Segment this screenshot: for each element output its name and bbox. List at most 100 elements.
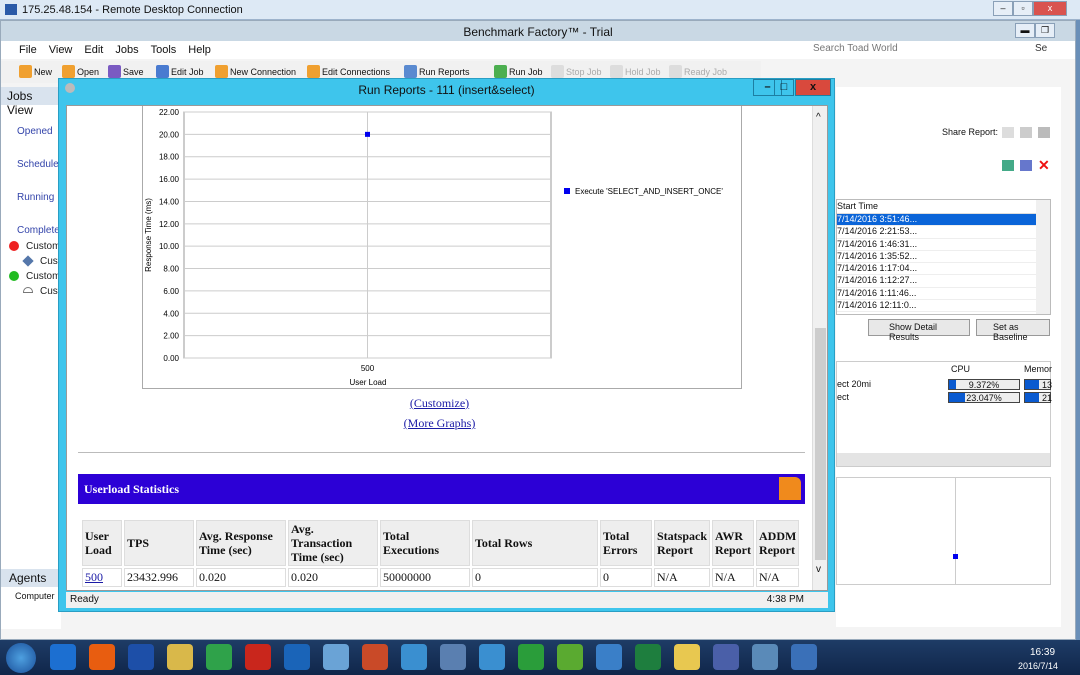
set-as-baseline-button[interactable]: Set as Baseline (976, 319, 1050, 342)
taskbar-app-icon[interactable] (791, 644, 817, 670)
table-cell: 50000000 (380, 568, 470, 587)
run-reports-button[interactable]: Run Reports (404, 65, 470, 78)
job-item[interactable]: Custom (26, 271, 60, 282)
taskbar-app-icon[interactable] (167, 644, 193, 670)
taskbar-app-icon[interactable] (401, 644, 427, 670)
taskbar-app-icon[interactable] (479, 644, 505, 670)
taskbar-app-icon[interactable] (635, 644, 661, 670)
menu-help[interactable]: Help (188, 44, 211, 56)
rdp-restore-button[interactable]: ▫ (1013, 1, 1033, 16)
report-scrollbar[interactable]: ^ v (812, 106, 827, 590)
taskbar-app-icon[interactable] (362, 644, 388, 670)
taskbar-app-icon[interactable] (518, 644, 544, 670)
taskbar-app-icon[interactable] (89, 644, 115, 670)
start-button[interactable] (6, 643, 36, 673)
group-opened[interactable]: Opened (17, 126, 53, 137)
app-restore-button[interactable]: ❐ (1035, 23, 1055, 38)
show-detail-results-button[interactable]: Show Detail Results (868, 319, 970, 342)
play-icon (494, 65, 507, 78)
table-cell: 23432.996 (124, 568, 194, 587)
job-item[interactable]: Custom (26, 241, 60, 252)
cpu-bar: 23.047% (948, 392, 1020, 403)
excel-icon[interactable] (1020, 127, 1032, 138)
taskbar-app-icon[interactable] (713, 644, 739, 670)
computer-column-header: Computer (15, 591, 55, 601)
ready-job-button[interactable]: Ready Job (669, 65, 727, 78)
userload-statistics-header: Userload Statistics (78, 474, 805, 504)
search-toad-world-input[interactable]: Search Toad World Se (813, 43, 1047, 59)
taskbar-app-icon[interactable] (557, 644, 583, 670)
rdp-close-button[interactable]: x (1033, 1, 1067, 16)
resource-row-name: ect 20mi (837, 379, 872, 389)
new-connection-button[interactable]: New Connection (215, 65, 296, 78)
hold-job-button[interactable]: Hold Job (610, 65, 661, 78)
run-history-item[interactable]: 7/14/2016 1:11:46... (837, 288, 1050, 301)
menu-view[interactable]: View (49, 44, 73, 56)
edit-job-button[interactable]: Edit Job (156, 65, 204, 78)
taskbar-app-icon[interactable] (245, 644, 271, 670)
data-point (365, 131, 370, 137)
clock-date: 2016/7/14 (1018, 661, 1059, 671)
word-icon[interactable] (1002, 127, 1014, 138)
compare-icon[interactable] (1002, 160, 1014, 171)
y-tick-label: 22.00 (159, 108, 180, 117)
more-graphs-link[interactable]: (More Graphs) (67, 416, 812, 431)
report-maximize-button[interactable]: □ (774, 79, 794, 96)
right-panel: Share Report: ✕ Start Time 7/14/2016 3:5… (836, 87, 1061, 627)
stop-job-button[interactable]: Stop Job (551, 65, 602, 78)
edit-connections-button[interactable]: Edit Connections (307, 65, 390, 78)
y-tick-label: 2.00 (163, 332, 179, 341)
export-report-icon[interactable] (779, 477, 801, 500)
run-history-item[interactable]: 7/14/2016 1:46:31... (837, 239, 1050, 251)
list-scrollbar[interactable] (1036, 200, 1050, 314)
taskbar-app-icon[interactable] (674, 644, 700, 670)
search-button[interactable]: Se (1035, 43, 1047, 54)
run-history-item[interactable]: 7/14/2016 1:17:04... (837, 263, 1050, 276)
report-close-button[interactable]: x (795, 79, 831, 96)
app-minimize-button[interactable]: ▬ (1015, 23, 1035, 38)
taskbar-app-icon[interactable] (752, 644, 778, 670)
run-history-list: Start Time 7/14/2016 3:51:46... 7/14/2016… (836, 199, 1051, 315)
menu-tools[interactable]: Tools (151, 44, 177, 56)
horizontal-scrollbar[interactable] (837, 453, 1050, 466)
scroll-thumb[interactable] (815, 328, 826, 560)
delete-icon[interactable]: ✕ (1038, 157, 1050, 174)
run-history-item[interactable]: 7/14/2016 1:12:27... (837, 275, 1050, 288)
group-running[interactable]: Running (17, 192, 54, 203)
taskbar-app-icon[interactable] (206, 644, 232, 670)
scroll-down-icon[interactable]: v (816, 564, 821, 575)
run-history-item[interactable]: 7/14/2016 1:35:52... (837, 251, 1050, 264)
table-cell: N/A (756, 568, 800, 587)
taskbar-app-icon[interactable] (284, 644, 310, 670)
open-button[interactable]: Open (62, 65, 99, 78)
taskbar-app-icon[interactable] (440, 644, 466, 670)
taskbar-app-icon[interactable] (128, 644, 154, 670)
menu-file[interactable]: File (19, 44, 37, 56)
save-button[interactable]: Save (108, 65, 144, 78)
menu-jobs[interactable]: Jobs (115, 44, 138, 56)
menu-edit[interactable]: Edit (84, 44, 103, 56)
run-history-item[interactable]: 7/14/2016 3:51:46... (837, 214, 1037, 227)
run-history-item[interactable]: 7/14/2016 12:11:0... (837, 300, 1050, 313)
taskbar-app-icon[interactable] (596, 644, 622, 670)
new-button[interactable]: New (19, 65, 52, 78)
column-header: User Load (82, 520, 122, 566)
run-history-item[interactable]: 7/14/2016 2:21:53... (837, 226, 1050, 239)
jobs-view-header: Jobs View (1, 87, 61, 117)
print-icon[interactable] (1038, 127, 1050, 138)
legend-label: Execute 'SELECT_AND_INSERT_ONCE' (575, 187, 723, 196)
taskbar-app-icon[interactable] (323, 644, 349, 670)
customize-link[interactable]: (Customize) (67, 396, 812, 411)
user-load-link[interactable]: 500 (82, 568, 122, 587)
divider (78, 452, 805, 453)
rdp-title-bar: 175.25.48.154 - Remote Desktop Connectio… (0, 0, 1080, 20)
save-icon (108, 65, 121, 78)
run-reports-window: Run Reports - 111 (insert&select) – □ x … (58, 78, 835, 612)
taskbar-app-icon[interactable] (50, 644, 76, 670)
run-job-button[interactable]: Run Job (494, 65, 543, 78)
app-title-bar: Benchmark Factory™ - Trial ▬ ❐ (1, 21, 1075, 41)
rdp-minimize-button[interactable]: – (993, 1, 1013, 16)
reports-icon (404, 65, 417, 78)
export-icon[interactable] (1020, 160, 1032, 171)
scroll-up-icon[interactable]: ^ (816, 112, 821, 123)
